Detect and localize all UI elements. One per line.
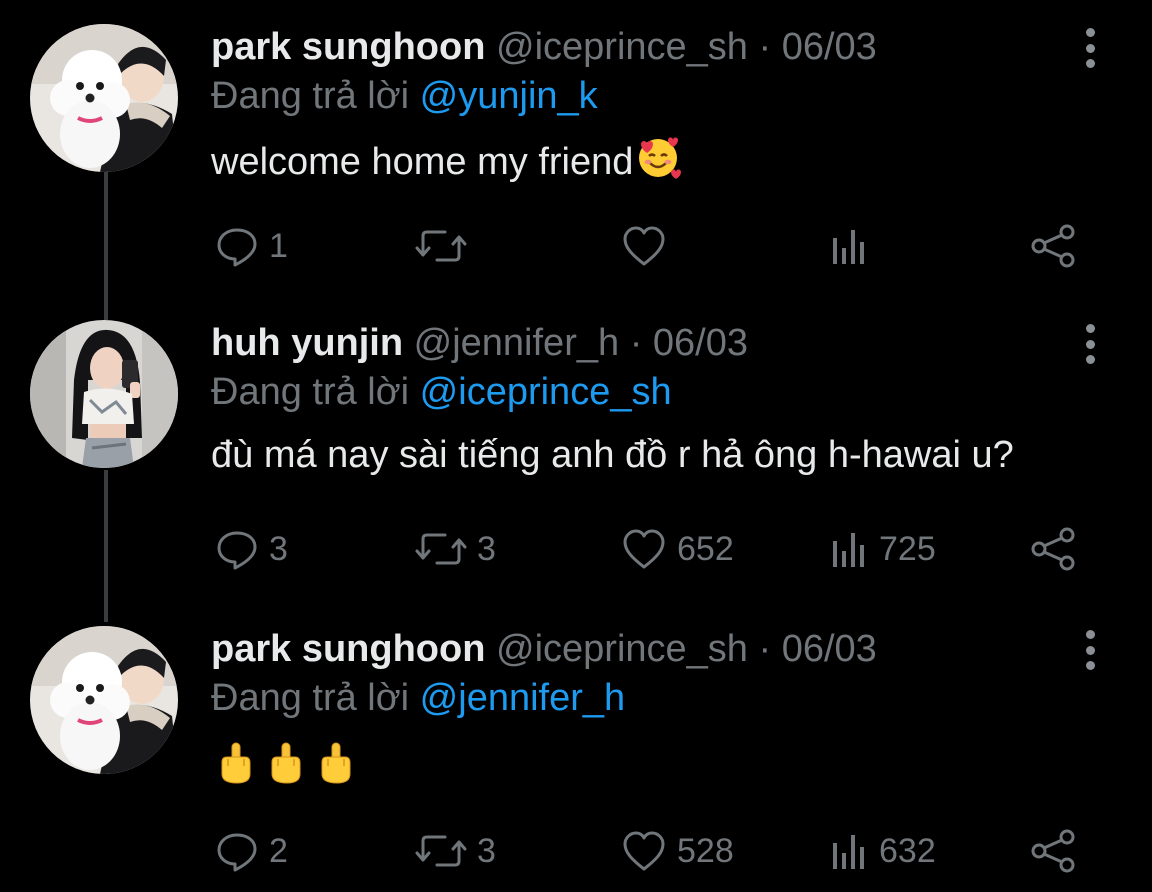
tweet-actions: 2 3 528 632 xyxy=(211,826,1092,876)
speech-bubble-icon xyxy=(217,228,257,267)
thread-connector-line xyxy=(104,470,108,622)
reply-button[interactable]: 1 xyxy=(215,221,288,271)
retweet-count: 3 xyxy=(477,529,496,568)
share-icon xyxy=(1031,527,1075,571)
display-name[interactable]: park sunghoon xyxy=(211,628,485,670)
speech-bubble-icon xyxy=(217,833,257,872)
tweet-header: park sunghoon @iceprince_sh · 06/03 xyxy=(211,626,1152,672)
retweet-button[interactable] xyxy=(415,221,477,271)
tweet-content: park sunghoon @iceprince_sh · 06/03 Đang… xyxy=(211,24,1152,193)
middle-finger-icon xyxy=(271,742,301,784)
smiling-face-with-hearts-icon xyxy=(635,134,682,193)
reply-prefix: Đang trả lời xyxy=(211,75,410,117)
retweet-count: 3 xyxy=(477,831,496,870)
reply-count: 1 xyxy=(269,226,288,265)
reply-prefix: Đang trả lời xyxy=(211,371,410,413)
vertical-dots-icon xyxy=(1085,630,1095,639)
vertical-dots-icon xyxy=(1085,43,1095,53)
like-button[interactable] xyxy=(621,221,677,271)
views-button[interactable]: 632 xyxy=(829,826,936,876)
separator-dot: · xyxy=(758,628,772,670)
vertical-dots-icon xyxy=(1085,324,1095,333)
reply-mention-link[interactable]: @iceprince_sh xyxy=(420,371,672,413)
reply-prefix: Đang trả lời xyxy=(211,677,410,719)
vertical-dots-icon xyxy=(1085,645,1095,655)
tweet-date[interactable]: 06/03 xyxy=(782,26,877,68)
middle-finger-icon xyxy=(221,742,251,784)
tweet-header: park sunghoon @iceprince_sh · 06/03 xyxy=(211,24,1152,70)
bar-chart-icon xyxy=(833,230,864,264)
like-button[interactable]: 652 xyxy=(621,524,734,574)
tweet-header: huh yunjin @jennifer_h · 06/03 xyxy=(211,320,1152,366)
reply-count: 2 xyxy=(269,831,288,870)
reply-button[interactable]: 3 xyxy=(215,524,288,574)
avatar[interactable] xyxy=(30,24,178,172)
thread-connector-line xyxy=(104,172,108,320)
share-button[interactable] xyxy=(1029,826,1077,876)
heart-icon xyxy=(623,226,665,266)
tweet-actions: 3 3 652 725 xyxy=(211,524,1092,574)
tweet-content: huh yunjin @jennifer_h · 06/03 Đang trả … xyxy=(211,320,1152,480)
retweet-button[interactable]: 3 xyxy=(415,524,496,574)
bar-chart-icon xyxy=(833,835,864,869)
tweet-content: park sunghoon @iceprince_sh · 06/03 Đang… xyxy=(211,626,1152,784)
like-button[interactable]: 528 xyxy=(621,826,734,876)
heart-icon xyxy=(623,529,665,569)
replying-to: Đang trả lời @yunjin_k xyxy=(211,70,1152,122)
views-button[interactable]: 725 xyxy=(829,524,936,574)
views-count: 725 xyxy=(879,529,936,568)
tweet-actions: 1 xyxy=(211,221,1092,271)
reply-button[interactable]: 2 xyxy=(215,826,288,876)
tweet-date[interactable]: 06/03 xyxy=(782,628,877,670)
retweet-button[interactable]: 3 xyxy=(415,826,496,876)
more-options-button[interactable] xyxy=(1078,324,1102,364)
more-options-button[interactable] xyxy=(1078,630,1102,670)
user-handle[interactable]: @iceprince_sh xyxy=(496,26,748,68)
tweet-text-content: welcome home my friend xyxy=(211,141,634,183)
share-button[interactable] xyxy=(1029,221,1077,271)
retweet-icon xyxy=(415,533,467,565)
display-name[interactable]: park sunghoon xyxy=(211,26,485,68)
like-count: 652 xyxy=(677,529,734,568)
share-icon xyxy=(1031,224,1075,268)
user-handle[interactable]: @iceprince_sh xyxy=(496,628,748,670)
retweet-icon xyxy=(415,835,467,867)
heart-icon xyxy=(623,831,665,871)
avatar[interactable] xyxy=(30,626,178,774)
views-count: 632 xyxy=(879,831,936,870)
middle-finger-icon xyxy=(321,742,351,784)
tweet-text xyxy=(217,742,1152,784)
vertical-dots-icon xyxy=(1085,59,1095,68)
views-button[interactable] xyxy=(829,221,879,271)
tweet-date[interactable]: 06/03 xyxy=(653,322,748,364)
more-options-button[interactable] xyxy=(1078,28,1102,68)
reply-mention-link[interactable]: @jennifer_h xyxy=(420,677,625,719)
reply-mention-link[interactable]: @yunjin_k xyxy=(420,75,598,117)
vertical-dots-icon xyxy=(1085,28,1095,37)
tweet-text: đù má nay sài tiếng anh đồ r hả ông h-ha… xyxy=(211,434,1014,476)
replying-to: Đang trả lời @jennifer_h xyxy=(211,672,1152,724)
separator-dot: · xyxy=(758,26,772,68)
like-count: 528 xyxy=(677,831,734,870)
share-button[interactable] xyxy=(1029,524,1077,574)
user-handle[interactable]: @jennifer_h xyxy=(414,322,619,364)
reply-count: 3 xyxy=(269,529,288,568)
tweet-text: welcome home my friend xyxy=(211,134,1152,193)
display-name[interactable]: huh yunjin xyxy=(211,322,403,364)
speech-bubble-icon xyxy=(217,531,257,570)
vertical-dots-icon xyxy=(1085,355,1095,364)
share-icon xyxy=(1031,829,1075,873)
vertical-dots-icon xyxy=(1085,661,1095,670)
separator-dot: · xyxy=(629,322,643,364)
bar-chart-icon xyxy=(833,533,864,567)
vertical-dots-icon xyxy=(1085,339,1095,349)
retweet-icon xyxy=(415,230,467,262)
avatar[interactable] xyxy=(30,320,178,468)
replying-to: Đang trả lời @iceprince_sh xyxy=(211,366,1152,418)
